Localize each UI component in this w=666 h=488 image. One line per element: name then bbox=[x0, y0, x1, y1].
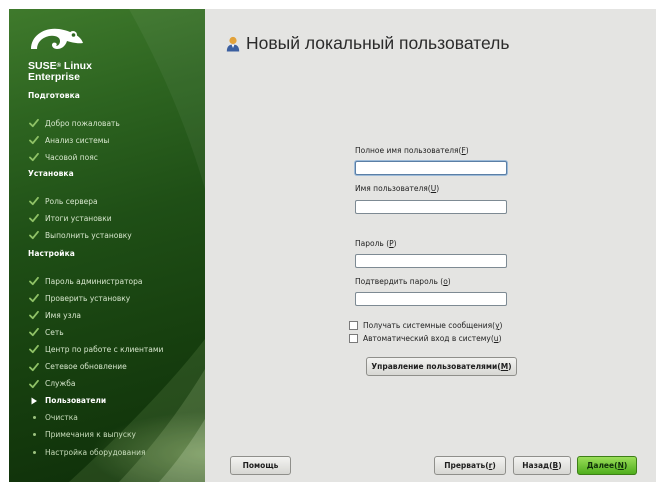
check-icon bbox=[29, 118, 39, 128]
manage-users-button[interactable]: Управление пользователями(M) bbox=[366, 357, 517, 376]
sidebar-step-label: Пользователи bbox=[45, 396, 107, 406]
check-icon bbox=[29, 362, 39, 372]
password-input[interactable] bbox=[355, 254, 507, 268]
chameleon-logo-icon bbox=[31, 28, 83, 49]
next-button[interactable]: Далее (N) bbox=[577, 456, 637, 475]
back-button[interactable]: Назад (B) bbox=[513, 456, 571, 475]
receive-mail-checkbox-row[interactable]: Получать системные сообщения(y) bbox=[349, 321, 502, 330]
sidebar-step-label: Итоги установки bbox=[45, 213, 112, 223]
sidebar-step-item: Пользователи bbox=[29, 395, 106, 407]
sidebar-section-title: Настройка bbox=[28, 249, 75, 258]
sidebar-step-label: Центр по работе с клиентами bbox=[45, 344, 164, 354]
check-icon bbox=[29, 152, 39, 162]
sidebar-step-label: Добро пожаловать bbox=[45, 118, 120, 128]
sidebar-step-item: Примечания к выпуску bbox=[29, 429, 136, 441]
page-title: Новый локальный пользователь bbox=[246, 33, 510, 53]
check-icon bbox=[29, 293, 39, 303]
sidebar-step-label: Сеть bbox=[45, 327, 64, 337]
check-icon bbox=[29, 196, 39, 206]
username-label: Имя пользователя(U) bbox=[355, 184, 440, 193]
sidebar-step-item: Служба bbox=[29, 378, 75, 390]
sidebar-step-label: Служба bbox=[45, 379, 76, 389]
sidebar-step-item: Итоги установки bbox=[29, 212, 112, 224]
auto-login-checkbox[interactable] bbox=[349, 334, 358, 343]
confirm-password-input[interactable] bbox=[355, 292, 507, 306]
auto-login-checkbox-row[interactable]: Автоматический вход в систему(u) bbox=[349, 334, 502, 343]
full-name-input[interactable] bbox=[355, 161, 507, 175]
sidebar-step-item: Часовой пояс bbox=[29, 151, 98, 163]
main-panel: Новый локальный пользователь Полное имя … bbox=[205, 9, 656, 482]
check-icon bbox=[29, 230, 39, 240]
sidebar-step-item: Добро пожаловать bbox=[29, 117, 120, 129]
page-header: Новый локальный пользователь bbox=[226, 33, 509, 54]
confirm-password-label: Подтвердить пароль (o) bbox=[355, 277, 451, 286]
sidebar-step-item: Сеть bbox=[29, 326, 64, 338]
password-label: Пароль (P) bbox=[355, 239, 397, 248]
sidebar-step-label: Настройка оборудования bbox=[45, 447, 146, 457]
abort-button[interactable]: Прервать (r) bbox=[434, 456, 506, 475]
installer-window: SUSE® Linux Enterprise Подготовка Добро п… bbox=[9, 9, 656, 482]
sidebar-step-item: Очистка bbox=[29, 412, 78, 424]
auto-login-label[interactable]: Автоматический вход в систему(u) bbox=[363, 334, 502, 343]
bullet-icon bbox=[29, 413, 39, 423]
check-icon bbox=[29, 310, 39, 320]
sidebar-step-label: Сетевое обновление bbox=[45, 362, 127, 371]
sidebar-step-label: Пароль администратора bbox=[45, 276, 143, 286]
check-icon bbox=[29, 213, 39, 223]
sidebar: SUSE® Linux Enterprise Подготовка Добро п… bbox=[9, 9, 205, 482]
sidebar-step-label: Примечания к выпуску bbox=[45, 430, 136, 440]
bullet-icon bbox=[29, 430, 39, 440]
check-icon bbox=[29, 276, 39, 286]
username-input[interactable] bbox=[355, 200, 507, 214]
sidebar-step-label: Часовой пояс bbox=[45, 152, 98, 162]
check-icon bbox=[29, 135, 39, 145]
full-name-label: Полное имя пользователя(F) bbox=[355, 146, 469, 155]
arrow-right-icon bbox=[29, 396, 39, 406]
help-button[interactable]: Помощь bbox=[230, 456, 291, 475]
sidebar-step-label: Имя узла bbox=[45, 310, 81, 320]
check-icon bbox=[29, 327, 39, 337]
sidebar-step-item: Роль сервера bbox=[29, 195, 98, 207]
check-icon bbox=[29, 379, 39, 389]
sidebar-step-item: Настройка оборудования bbox=[29, 446, 146, 458]
sidebar-step-label: Выполнить установку bbox=[45, 230, 132, 240]
check-icon bbox=[29, 344, 39, 354]
sidebar-step-item: Имя узла bbox=[29, 309, 81, 321]
sidebar-step-item: Пароль администратора bbox=[29, 275, 142, 287]
sidebar-step-label: Проверить установку bbox=[45, 293, 131, 303]
brand-name: SUSE® Linux Enterprise bbox=[28, 60, 92, 83]
sidebar-step-label: Анализ системы bbox=[45, 135, 110, 145]
sidebar-step-item: Анализ системы bbox=[29, 134, 109, 146]
sidebar-step-label: Роль сервера bbox=[45, 196, 98, 206]
sidebar-step-label: Очистка bbox=[45, 413, 78, 423]
bullet-icon bbox=[29, 447, 39, 457]
sidebar-step-item: Выполнить установку bbox=[29, 229, 132, 241]
receive-mail-label[interactable]: Получать системные сообщения(y) bbox=[363, 321, 502, 330]
sidebar-section-title: Установка bbox=[28, 169, 74, 178]
receive-mail-checkbox[interactable] bbox=[349, 321, 358, 330]
sidebar-step-item: Проверить установку bbox=[29, 292, 130, 304]
user-icon bbox=[226, 36, 240, 51]
sidebar-section-title: Подготовка bbox=[28, 91, 80, 100]
sidebar-step-item: Сетевое обновление bbox=[29, 361, 127, 373]
sidebar-step-item: Центр по работе с клиентами bbox=[29, 343, 163, 355]
